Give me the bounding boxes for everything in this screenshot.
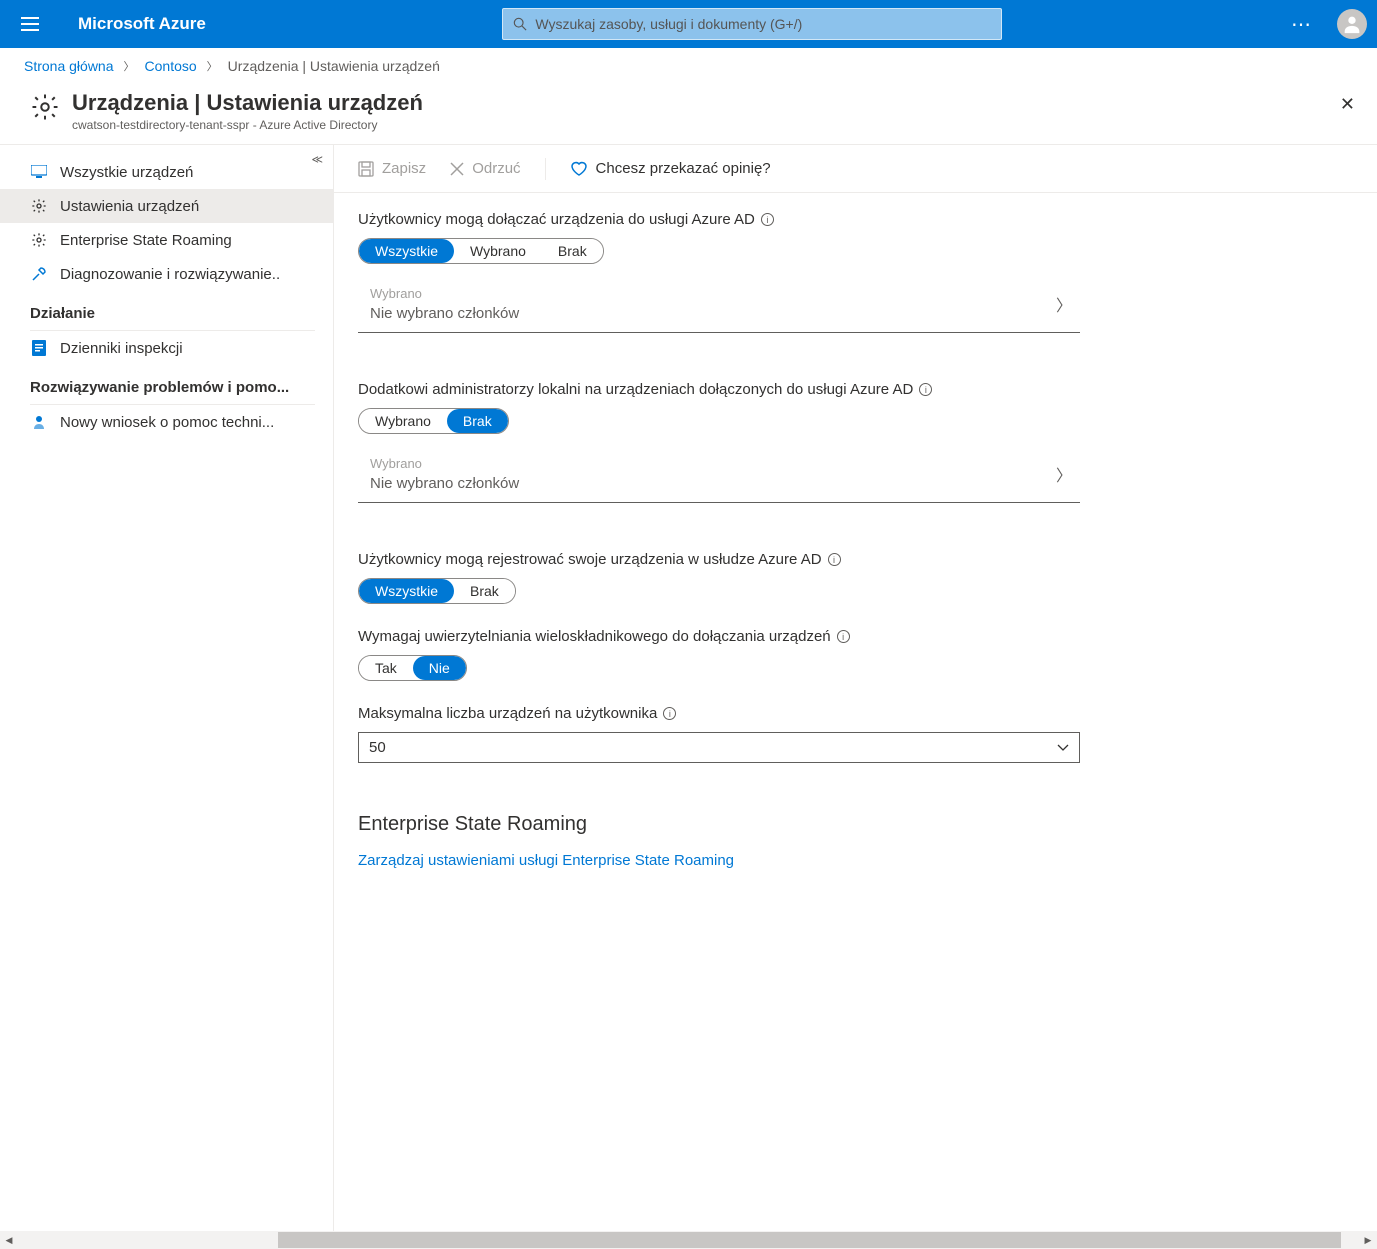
support-icon (30, 413, 48, 431)
wrench-icon (30, 265, 48, 283)
save-icon (358, 161, 374, 177)
toolbar: Zapisz Odrzuć Chcesz przekazać opinię? (334, 145, 1377, 193)
search-icon (513, 17, 527, 31)
sidebar-section-activity: Działanie (0, 291, 333, 330)
pill-group-register: Wszystkie Brak (358, 578, 516, 604)
close-icon (450, 162, 464, 176)
pill-no[interactable]: Nie (413, 656, 466, 680)
pill-none[interactable]: Brak (542, 239, 603, 263)
horizontal-scrollbar[interactable]: ◀ ▶ (0, 1231, 1377, 1249)
sidebar-label: Enterprise State Roaming (60, 232, 232, 249)
scroll-right-arrow[interactable]: ▶ (1359, 1231, 1377, 1249)
pill-all[interactable]: Wszystkie (359, 239, 454, 263)
sidebar-item-esr[interactable]: Enterprise State Roaming (0, 223, 333, 257)
menu-toggle-button[interactable] (10, 4, 50, 44)
setting-max-devices-label: Maksymalna liczba urządzeń na użytkownik… (358, 705, 1080, 722)
sidebar-item-device-settings[interactable]: Ustawienia urządzeń (0, 189, 333, 223)
pill-selected[interactable]: Wybrano (454, 239, 542, 263)
divider (545, 158, 546, 180)
pill-none[interactable]: Brak (447, 409, 508, 433)
info-icon[interactable]: i (919, 383, 932, 396)
sidebar-item-support-request[interactable]: Nowy wniosek o pomoc techni... (0, 405, 333, 439)
scroll-left-arrow[interactable]: ◀ (0, 1231, 18, 1249)
page-title: Urządzenia | Ustawienia urządzeń (72, 90, 423, 116)
breadcrumb: Strona główna 〉 Contoso 〉 Urządzenia | U… (0, 48, 1377, 84)
breadcrumb-home[interactable]: Strona główna (24, 58, 114, 74)
member-selector-admins[interactable]: Wybrano Nie wybrano członków 〉 (358, 450, 1080, 503)
sidebar-label: Nowy wniosek o pomoc techni... (60, 414, 274, 431)
setting-join-devices-label: Użytkownicy mogą dołączać urządzenia do … (358, 211, 1080, 228)
info-icon[interactable]: i (663, 707, 676, 720)
sidebar-label: Ustawienia urządzeń (60, 198, 199, 215)
sidebar-label: Diagnozowanie i rozwiązywanie.. (60, 266, 280, 283)
discard-button[interactable]: Odrzuć (440, 154, 530, 183)
chevron-down-icon (1057, 739, 1069, 756)
sidebar: ≪ Wszystkie urządzeń Ustawienia urządzeń… (0, 145, 334, 1231)
pill-group-mfa: Tak Nie (358, 655, 467, 681)
pill-none[interactable]: Brak (454, 579, 515, 603)
monitor-icon (30, 163, 48, 181)
save-button[interactable]: Zapisz (348, 154, 436, 183)
pill-group-join-devices: Wszystkie Wybrano Brak (358, 238, 604, 264)
member-selector-join[interactable]: Wybrano Nie wybrano członków 〉 (358, 280, 1080, 333)
esr-manage-link[interactable]: Zarządzaj ustawieniami usługi Enterprise… (358, 852, 1080, 869)
setting-local-admins-label: Dodatkowi administratorzy lokalni na urz… (358, 381, 1080, 398)
sidebar-label: Wszystkie urządzeń (60, 164, 193, 181)
more-menu-button[interactable]: ⋯ (1281, 12, 1323, 37)
chevron-right-icon: 〉 (1056, 292, 1080, 316)
info-icon[interactable]: i (761, 213, 774, 226)
feedback-button[interactable]: Chcesz przekazać opinię? (560, 154, 781, 183)
close-button[interactable]: ✕ (1340, 94, 1355, 115)
collapse-sidebar-button[interactable]: ≪ (311, 153, 323, 166)
log-icon (30, 339, 48, 357)
top-bar: Microsoft Azure ⋯ (0, 0, 1377, 48)
search-input[interactable] (535, 16, 991, 32)
search-box[interactable] (502, 8, 1002, 40)
scroll-track[interactable] (18, 1232, 1359, 1248)
pill-yes[interactable]: Tak (359, 656, 413, 680)
content-area: Zapisz Odrzuć Chcesz przekazać opinię? U… (334, 145, 1377, 1231)
breadcrumb-current: Urządzenia | Ustawienia urządzeń (228, 58, 440, 74)
top-right: ⋯ (1281, 9, 1367, 39)
chevron-right-icon: 〉 (1056, 462, 1080, 486)
scroll-thumb[interactable] (278, 1232, 1341, 1248)
search-container (234, 8, 1271, 40)
page-subtitle: cwatson-testdirectory-tenant-sspr - Azur… (72, 118, 423, 132)
user-avatar[interactable] (1337, 9, 1367, 39)
sidebar-item-audit-logs[interactable]: Dzienniki inspekcji (0, 331, 333, 365)
breadcrumb-tenant[interactable]: Contoso (145, 58, 197, 74)
esr-section-title: Enterprise State Roaming (358, 813, 1080, 836)
heart-icon (570, 161, 588, 177)
setting-mfa-label: Wymagaj uwierzytelniania wieloskładnikow… (358, 628, 1080, 645)
page-header: Urządzenia | Ustawienia urządzeń cwatson… (0, 84, 1377, 145)
pill-selected[interactable]: Wybrano (359, 409, 447, 433)
sidebar-item-all-devices[interactable]: Wszystkie urządzeń (0, 155, 333, 189)
chevron-right-icon: 〉 (124, 58, 135, 74)
sidebar-item-diagnose[interactable]: Diagnozowanie i rozwiązywanie.. (0, 257, 333, 291)
pill-all[interactable]: Wszystkie (359, 579, 454, 603)
brand-label: Microsoft Azure (60, 14, 224, 34)
gear-icon (30, 92, 60, 125)
gear-icon (30, 197, 48, 215)
info-icon[interactable]: i (828, 553, 841, 566)
sidebar-section-troubleshoot: Rozwiązywanie problemów i pomo... (0, 365, 333, 404)
chevron-right-icon: 〉 (207, 58, 218, 74)
gear-icon (30, 231, 48, 249)
pill-group-local-admins: Wybrano Brak (358, 408, 509, 434)
sidebar-label: Dzienniki inspekcji (60, 340, 183, 357)
info-icon[interactable]: i (837, 630, 850, 643)
setting-register-devices-label: Użytkownicy mogą rejestrować swoje urząd… (358, 551, 1080, 568)
max-devices-dropdown[interactable]: 50 (358, 732, 1080, 763)
